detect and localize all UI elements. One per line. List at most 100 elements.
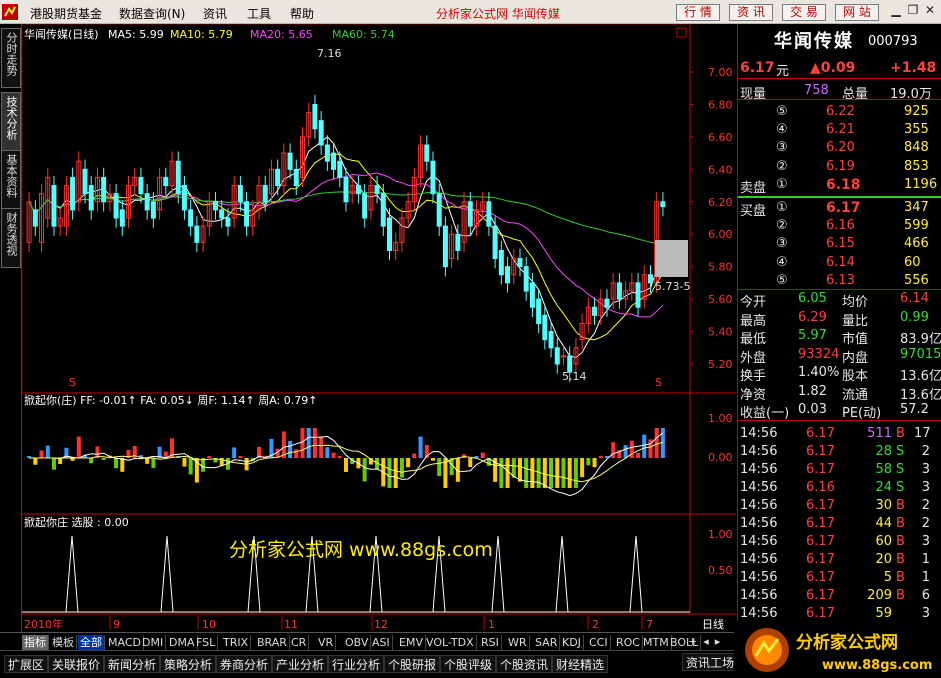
price-tick-label: 6.40 xyxy=(708,163,733,176)
menu-data-query[interactable]: 数据查询(N) xyxy=(119,5,185,22)
info-workshop-button[interactable]: 资讯工场 xyxy=(682,653,739,671)
market-button[interactable]: 行 情 xyxy=(676,4,720,21)
candle-body xyxy=(194,225,200,243)
volume-row: 现量 758 总量 19.0万 xyxy=(738,82,941,102)
indicator-tab[interactable]: 模板 xyxy=(50,635,77,650)
tab-profile[interactable]: 基本资料 xyxy=(1,150,21,210)
indicator-tab[interactable]: CR xyxy=(289,635,310,650)
nav-tab[interactable]: 个股研报 xyxy=(384,655,441,673)
histogram-bar xyxy=(312,428,317,458)
nav-tab[interactable]: 财经精选 xyxy=(552,655,609,673)
candle-body xyxy=(517,258,523,268)
histogram-bar xyxy=(542,458,547,488)
histogram-bar xyxy=(430,458,435,461)
indicator-tab[interactable]: VOL-TDX xyxy=(424,635,477,650)
watermark-text: 分析家公式网 www.88gs.com xyxy=(229,539,493,561)
sub2-label-top: 1.00 xyxy=(708,528,733,541)
nav-tab[interactable]: 策略分析 xyxy=(160,655,217,673)
indicator-tab[interactable]: SAR xyxy=(533,635,561,650)
indicator-tab[interactable]: OBV xyxy=(343,635,372,650)
indicator-tab[interactable]: 指标 xyxy=(22,635,49,650)
tab-intraday[interactable]: 分时走势 xyxy=(1,28,21,88)
indicator-tab[interactable]: DMA xyxy=(167,635,198,650)
tick-count: 2 xyxy=(921,516,930,531)
nav-tab[interactable]: 关联报价 xyxy=(48,655,105,673)
tick-price: 6.17 xyxy=(806,534,835,549)
tab-technical[interactable]: 技术分析 xyxy=(1,92,21,152)
nav-tab[interactable]: 扩展区 xyxy=(4,655,49,673)
menu-tools[interactable]: 工具 xyxy=(247,5,271,22)
menu-help[interactable]: 帮助 xyxy=(290,5,314,22)
price-tick-label: 5.60 xyxy=(708,293,733,306)
cursor-highlight-box xyxy=(655,240,688,277)
histogram-bar xyxy=(33,458,38,465)
info-button[interactable]: 资 讯 xyxy=(729,4,773,21)
histogram-bar xyxy=(51,458,56,470)
indicator-tab[interactable]: WR xyxy=(506,635,530,650)
indicator-tab[interactable]: ROC xyxy=(614,635,643,650)
candle-body xyxy=(244,201,250,227)
side-tab-strip: 分时走势 技术分析 基本资料 财务透视 xyxy=(0,24,22,632)
indicator-tab[interactable]: FSL xyxy=(194,635,219,650)
nav-tab[interactable]: 个股评级 xyxy=(440,655,497,673)
brand-name: 分析家公式网 xyxy=(796,632,898,653)
kline-chart[interactable]: 华闻传媒(日线) MA5: 5.99 MA10: 5.79 MA20: 5.65… xyxy=(21,23,736,632)
indicator-tab[interactable]: TRIX xyxy=(221,635,252,650)
nav-tab[interactable]: 个股资讯 xyxy=(496,655,553,673)
nav-tab[interactable]: 新闻分析 xyxy=(104,655,161,673)
indicator-tab[interactable]: VR xyxy=(316,635,337,650)
price-unit: 元 xyxy=(776,64,790,79)
website-button[interactable]: 网 站 xyxy=(835,4,879,21)
price-tick-label: 5.20 xyxy=(708,358,733,371)
indicator-tab[interactable]: 全部 xyxy=(78,635,105,650)
histogram-bar xyxy=(45,445,50,458)
nav-tab[interactable]: 行业分析 xyxy=(328,655,385,673)
signal-spike xyxy=(491,535,505,613)
period-label[interactable]: 日线 xyxy=(702,617,724,631)
close-icon[interactable]: ✕ xyxy=(922,3,938,20)
histogram-bar xyxy=(530,458,535,488)
tab-scroll-controls[interactable]: +◂▸ xyxy=(688,635,726,648)
price-pct: +1.48 xyxy=(890,60,937,76)
histogram-bar xyxy=(611,442,616,458)
chart-area[interactable]: 华闻传媒(日线) MA5: 5.99 MA10: 5.79 MA20: 5.65… xyxy=(21,23,736,632)
indicator-tab[interactable]: RSI xyxy=(479,635,502,650)
histogram-bar xyxy=(418,436,423,458)
candle-body xyxy=(312,103,318,130)
stat-value: 1.40% xyxy=(798,365,840,380)
indicator-tab[interactable]: ASI xyxy=(370,635,393,650)
stock-name: 华闻传媒 xyxy=(774,31,854,52)
candle-body xyxy=(32,209,38,227)
indicator-tab[interactable]: CCI xyxy=(587,635,611,650)
tick-time: 14:56 xyxy=(740,570,778,585)
candle-body xyxy=(355,185,361,195)
nav-tab[interactable]: 产业分析 xyxy=(272,655,329,673)
nav-tab[interactable]: 券商分析 xyxy=(216,655,273,673)
low-marker: 5.14 xyxy=(562,370,587,383)
candle-body xyxy=(144,193,150,211)
tab-financials[interactable]: 财务透视 xyxy=(1,208,21,268)
histogram-bar xyxy=(654,428,659,458)
tick-price: 6.17 xyxy=(806,570,835,585)
indicator-tab[interactable]: KDJ xyxy=(560,635,584,650)
candle-body xyxy=(51,185,57,227)
menu-hk-futures-funds[interactable]: 港股期货基金 xyxy=(30,5,102,22)
trade-button[interactable]: 交 易 xyxy=(782,4,826,21)
indicator-tab[interactable]: EMV xyxy=(397,635,426,650)
pane-maximize-icon[interactable] xyxy=(676,27,687,38)
level-index: ① xyxy=(776,176,788,192)
sell-price: 6.20 xyxy=(826,140,855,156)
histogram-bar xyxy=(188,458,193,475)
indicator-tab[interactable]: DMI xyxy=(140,635,167,650)
tick-volume: 59 xyxy=(875,606,892,621)
buy-volume: 466 xyxy=(904,236,929,252)
tab-technical-label: 技术分析 xyxy=(5,96,18,140)
candle-body xyxy=(324,144,330,162)
level-index: ⑤ xyxy=(776,104,788,119)
indicator-tab[interactable]: MACD xyxy=(106,635,144,650)
minimize-icon[interactable]: ▁ xyxy=(888,3,904,20)
tick-row: 14:56 6.17 44 B 2 xyxy=(738,515,941,533)
menu-news[interactable]: 资讯 xyxy=(203,5,227,22)
indicator-tab[interactable]: BRAR xyxy=(255,635,290,650)
restore-icon[interactable]: ❐ xyxy=(905,3,921,20)
